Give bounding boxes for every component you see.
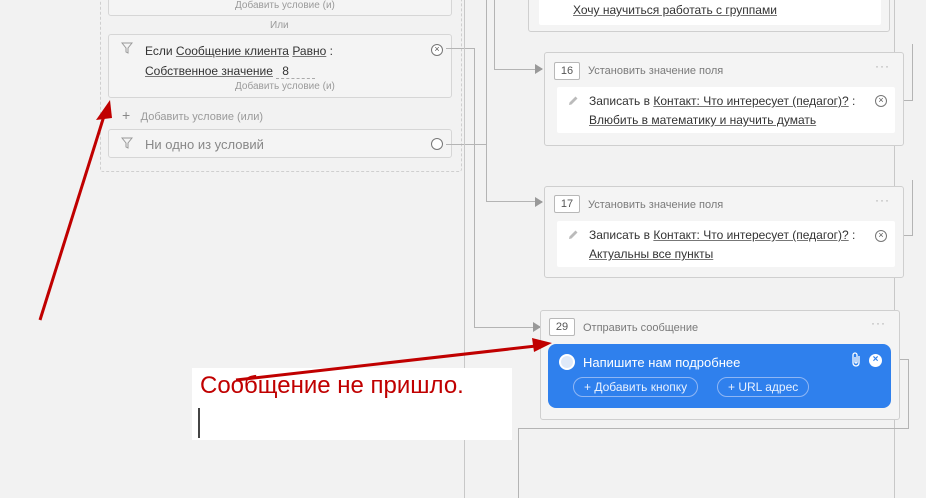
red-arrows (38, 100, 552, 382)
red-arrowhead-bottom-icon (532, 338, 552, 352)
red-arrow-left (38, 115, 106, 321)
red-arrow-bottom (235, 344, 537, 382)
red-arrowhead-left-icon (96, 100, 112, 120)
